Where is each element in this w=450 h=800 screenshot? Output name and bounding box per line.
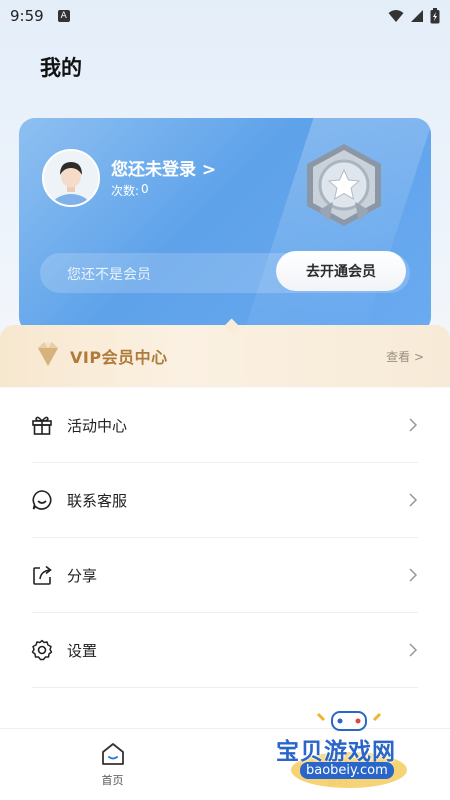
count-label: 次数:: [111, 184, 140, 198]
wifi-icon: [388, 10, 404, 22]
member-card: 您还未登录 > 次数: 0 您还不是会员 去开通会员: [19, 118, 431, 333]
menu-list: 活动中心 联系客服 分享 设置: [0, 388, 450, 688]
gift-icon: [32, 416, 52, 435]
menu-item-activity-center[interactable]: 活动中心: [32, 388, 418, 463]
chevron-right-icon: [409, 493, 418, 507]
watermark-url: baobeiy.com: [300, 762, 394, 779]
tab-home[interactable]: 首页: [0, 729, 225, 800]
login-prompt[interactable]: 您还未登录 >: [111, 155, 216, 180]
member-medal-icon: [307, 144, 381, 226]
gear-icon: [31, 639, 53, 661]
menu-item-label: 联系客服: [67, 491, 128, 510]
menu-item-share[interactable]: 分享: [32, 538, 418, 613]
tab-label: 首页: [101, 773, 124, 787]
watermark-text: 宝贝游戏网: [276, 739, 396, 765]
vip-center-title: VIP会员中心: [70, 348, 168, 367]
count-value: 0: [141, 182, 149, 196]
chevron-right-icon: [409, 418, 418, 432]
status-time: 9:59: [10, 7, 44, 25]
avatar[interactable]: [42, 149, 100, 207]
home-icon: [101, 742, 124, 765]
usage-count: 次数: 0: [111, 182, 149, 199]
vip-view-more-link[interactable]: 查看 >: [386, 348, 424, 365]
page-title: 我的: [40, 56, 82, 80]
status-icons: [388, 8, 440, 24]
menu-item-label: 活动中心: [67, 416, 128, 435]
menu-item-contact-support[interactable]: 联系客服: [32, 463, 418, 538]
signal-icon: [411, 10, 423, 22]
chat-icon: [32, 490, 52, 510]
vip-diamond-icon: [38, 342, 58, 366]
default-avatar-icon: [44, 151, 98, 205]
chevron-right-icon: [409, 568, 418, 582]
open-membership-button[interactable]: 去开通会员: [276, 251, 406, 291]
menu-item-label: 分享: [67, 566, 98, 585]
chevron-right-icon: [409, 643, 418, 657]
menu-item-settings[interactable]: 设置: [31, 613, 418, 688]
status-bar: 9:59 A: [0, 0, 450, 32]
accessibility-indicator-icon: A: [57, 10, 70, 22]
menu-item-label: 设置: [67, 641, 98, 660]
vip-center-bar[interactable]: [0, 325, 450, 387]
battery-icon: [430, 8, 440, 24]
share-icon: [33, 565, 52, 585]
membership-status-text: 您还不是会员: [67, 267, 151, 283]
